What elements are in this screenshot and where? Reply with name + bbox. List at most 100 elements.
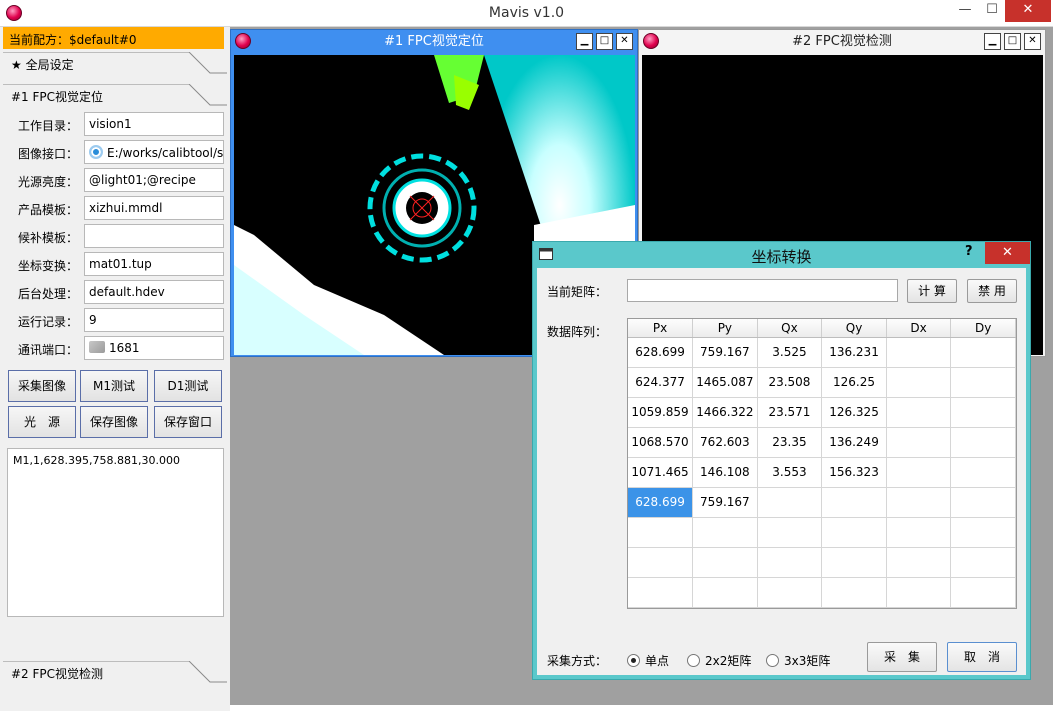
table-cell[interactable] — [950, 577, 1016, 608]
table-cell[interactable]: 1071.465 — [628, 457, 694, 488]
table-cell[interactable] — [886, 457, 952, 488]
table-cell[interactable]: 3.553 — [757, 457, 823, 488]
table-cell[interactable] — [950, 457, 1016, 488]
help-button[interactable]: ? — [965, 244, 973, 259]
table-cell[interactable] — [886, 547, 952, 578]
table-cell[interactable]: 1059.859 — [628, 397, 694, 428]
save-image-button[interactable]: 保存图像 — [80, 406, 148, 438]
table-cell[interactable] — [628, 547, 694, 578]
table-cell[interactable]: 1068.570 — [628, 427, 694, 458]
table-cell[interactable]: 3.525 — [757, 337, 823, 368]
sub-minimize-button[interactable]: ▁ — [576, 33, 593, 50]
table-cell[interactable] — [950, 547, 1016, 578]
table-cell[interactable] — [757, 487, 823, 518]
table-cell[interactable]: 146.108 — [692, 457, 758, 488]
table-cell[interactable] — [757, 517, 823, 548]
table-cell[interactable] — [628, 517, 694, 548]
table-cell[interactable]: 23.508 — [757, 367, 823, 398]
table-cell[interactable] — [692, 547, 758, 578]
table-cell[interactable]: 23.571 — [757, 397, 823, 428]
column-header-dy[interactable]: Dy — [950, 319, 1016, 338]
maximize-button[interactable]: ☐ — [977, 0, 1007, 22]
table-cell[interactable] — [628, 577, 694, 608]
sub-maximize-button[interactable]: □ — [1004, 33, 1021, 50]
sub-maximize-button[interactable]: □ — [596, 33, 613, 50]
coord-transform-input[interactable]: mat01.tup — [84, 252, 224, 276]
column-header-dx[interactable]: Dx — [886, 319, 952, 338]
table-cell[interactable] — [950, 367, 1016, 398]
table-cell[interactable] — [950, 397, 1016, 428]
table-cell[interactable] — [757, 547, 823, 578]
dialog-close-button[interactable]: ✕ — [985, 242, 1030, 264]
table-cell[interactable]: 624.377 — [628, 367, 694, 398]
current-matrix-input[interactable] — [627, 279, 898, 302]
image-interface-input[interactable]: E:/works/calibtool/sar — [84, 140, 224, 164]
table-cell[interactable]: 126.25 — [821, 367, 887, 398]
work-dir-input[interactable]: vision1 — [84, 112, 224, 136]
table-cell[interactable] — [886, 397, 952, 428]
cancel-button[interactable]: 取 消 — [947, 642, 1017, 672]
backup-template-input[interactable] — [84, 224, 224, 248]
table-cell[interactable]: 156.323 — [821, 457, 887, 488]
close-button[interactable]: ✕ — [1005, 0, 1051, 22]
sub-close-button[interactable]: ✕ — [1024, 33, 1041, 50]
table-cell[interactable] — [886, 487, 952, 518]
compute-button[interactable]: 计 算 — [907, 279, 957, 303]
run-log-input[interactable]: 9 — [84, 308, 224, 332]
table-cell[interactable]: 136.231 — [821, 337, 887, 368]
table-cell[interactable] — [886, 577, 952, 608]
comm-port-input[interactable]: 1681 — [84, 336, 224, 360]
table-cell[interactable]: 759.167 — [692, 487, 758, 518]
column-header-qx[interactable]: Qx — [757, 319, 823, 338]
collect-button[interactable]: 采 集 — [867, 642, 937, 672]
log-output[interactable]: M1,1,628.395,758.881,30.000 — [7, 448, 224, 617]
section1-header[interactable]: #1 FPC视觉定位 — [3, 84, 227, 106]
field-label: 后台处理： — [18, 287, 79, 301]
minimize-button[interactable]: — — [950, 0, 980, 22]
light-level-input[interactable]: @light01;@recipe — [84, 168, 224, 192]
table-cell[interactable] — [757, 577, 823, 608]
disable-button[interactable]: 禁 用 — [967, 279, 1017, 303]
table-cell[interactable] — [821, 547, 887, 578]
table-cell[interactable] — [692, 517, 758, 548]
table-cell[interactable]: 628.699 — [628, 337, 694, 368]
sub-close-button[interactable]: ✕ — [616, 33, 633, 50]
data-array-table[interactable]: Px Py Qx Qy Dx Dy 628.699 759.167 3.525 … — [627, 318, 1017, 609]
table-cell[interactable] — [950, 487, 1016, 518]
light-source-button[interactable]: 光 源 — [8, 406, 76, 438]
radio-single-point[interactable]: 单点 — [627, 652, 669, 669]
table-cell[interactable]: 136.249 — [821, 427, 887, 458]
table-cell[interactable]: 126.325 — [821, 397, 887, 428]
table-cell[interactable] — [886, 427, 952, 458]
table-cell[interactable] — [692, 577, 758, 608]
radio-3x3-matrix[interactable]: 3x3矩阵 — [766, 652, 830, 669]
section2-header[interactable]: #2 FPC视觉检测 — [3, 661, 227, 683]
radio-2x2-matrix[interactable]: 2x2矩阵 — [687, 652, 751, 669]
table-cell[interactable] — [821, 577, 887, 608]
product-template-input[interactable]: xizhui.mmdl — [84, 196, 224, 220]
table-cell[interactable]: 1466.322 — [692, 397, 758, 428]
table-cell[interactable] — [950, 337, 1016, 368]
background-process-input[interactable]: default.hdev — [84, 280, 224, 304]
global-settings-header[interactable]: ★ 全局设定 — [3, 52, 227, 74]
table-cell[interactable]: 23.35 — [757, 427, 823, 458]
table-cell[interactable] — [886, 337, 952, 368]
table-cell[interactable] — [821, 487, 887, 518]
sub-minimize-button[interactable]: ▁ — [984, 33, 1001, 50]
d1-test-button[interactable]: D1测试 — [154, 370, 222, 402]
column-header-px[interactable]: Px — [628, 319, 694, 338]
table-cell[interactable] — [886, 367, 952, 398]
table-cell-selected[interactable]: 628.699 — [628, 487, 694, 518]
column-header-qy[interactable]: Qy — [821, 319, 887, 338]
save-window-button[interactable]: 保存窗口 — [154, 406, 222, 438]
column-header-py[interactable]: Py — [692, 319, 758, 338]
table-cell[interactable]: 759.167 — [692, 337, 758, 368]
table-cell[interactable] — [821, 517, 887, 548]
table-cell[interactable] — [950, 517, 1016, 548]
m1-test-button[interactable]: M1测试 — [80, 370, 148, 402]
table-cell[interactable] — [886, 517, 952, 548]
table-cell[interactable]: 762.603 — [692, 427, 758, 458]
table-cell[interactable]: 1465.087 — [692, 367, 758, 398]
capture-image-button[interactable]: 采集图像 — [8, 370, 76, 402]
table-cell[interactable] — [950, 427, 1016, 458]
